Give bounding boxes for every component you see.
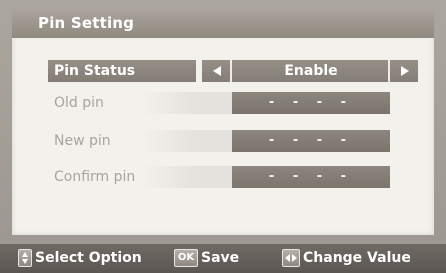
pin-status-value: Enable <box>284 63 338 79</box>
new-pin-label: New pin <box>48 130 276 152</box>
footer-change-value: Change Value <box>282 248 411 268</box>
old-pin-label: Old pin <box>48 92 276 114</box>
save-label: Save <box>201 250 240 266</box>
pin-setting-panel <box>12 10 434 235</box>
value-left-arrow-button[interactable] <box>204 60 232 82</box>
confirm-pin-field[interactable]: - - - - <box>232 166 390 188</box>
left-arrow-icon <box>213 66 221 76</box>
right-arrow-icon <box>401 66 409 76</box>
ok-key-icon: OK <box>174 249 198 267</box>
value-right-arrow-button[interactable] <box>390 60 418 82</box>
footer-save: OK Save <box>174 248 239 268</box>
footer-select-option: Select Option <box>18 248 142 268</box>
left-right-key-icon <box>282 249 300 267</box>
old-pin-field[interactable]: - - - - <box>232 92 390 114</box>
confirm-pin-label: Confirm pin <box>48 166 276 188</box>
up-down-key-icon <box>18 249 32 267</box>
change-value-label: Change Value <box>303 250 411 266</box>
pin-status-label[interactable]: Pin Status <box>48 60 196 82</box>
select-option-label: Select Option <box>35 250 142 266</box>
new-pin-field[interactable]: - - - - <box>232 130 390 152</box>
dialog-title: Pin Setting <box>38 14 135 32</box>
